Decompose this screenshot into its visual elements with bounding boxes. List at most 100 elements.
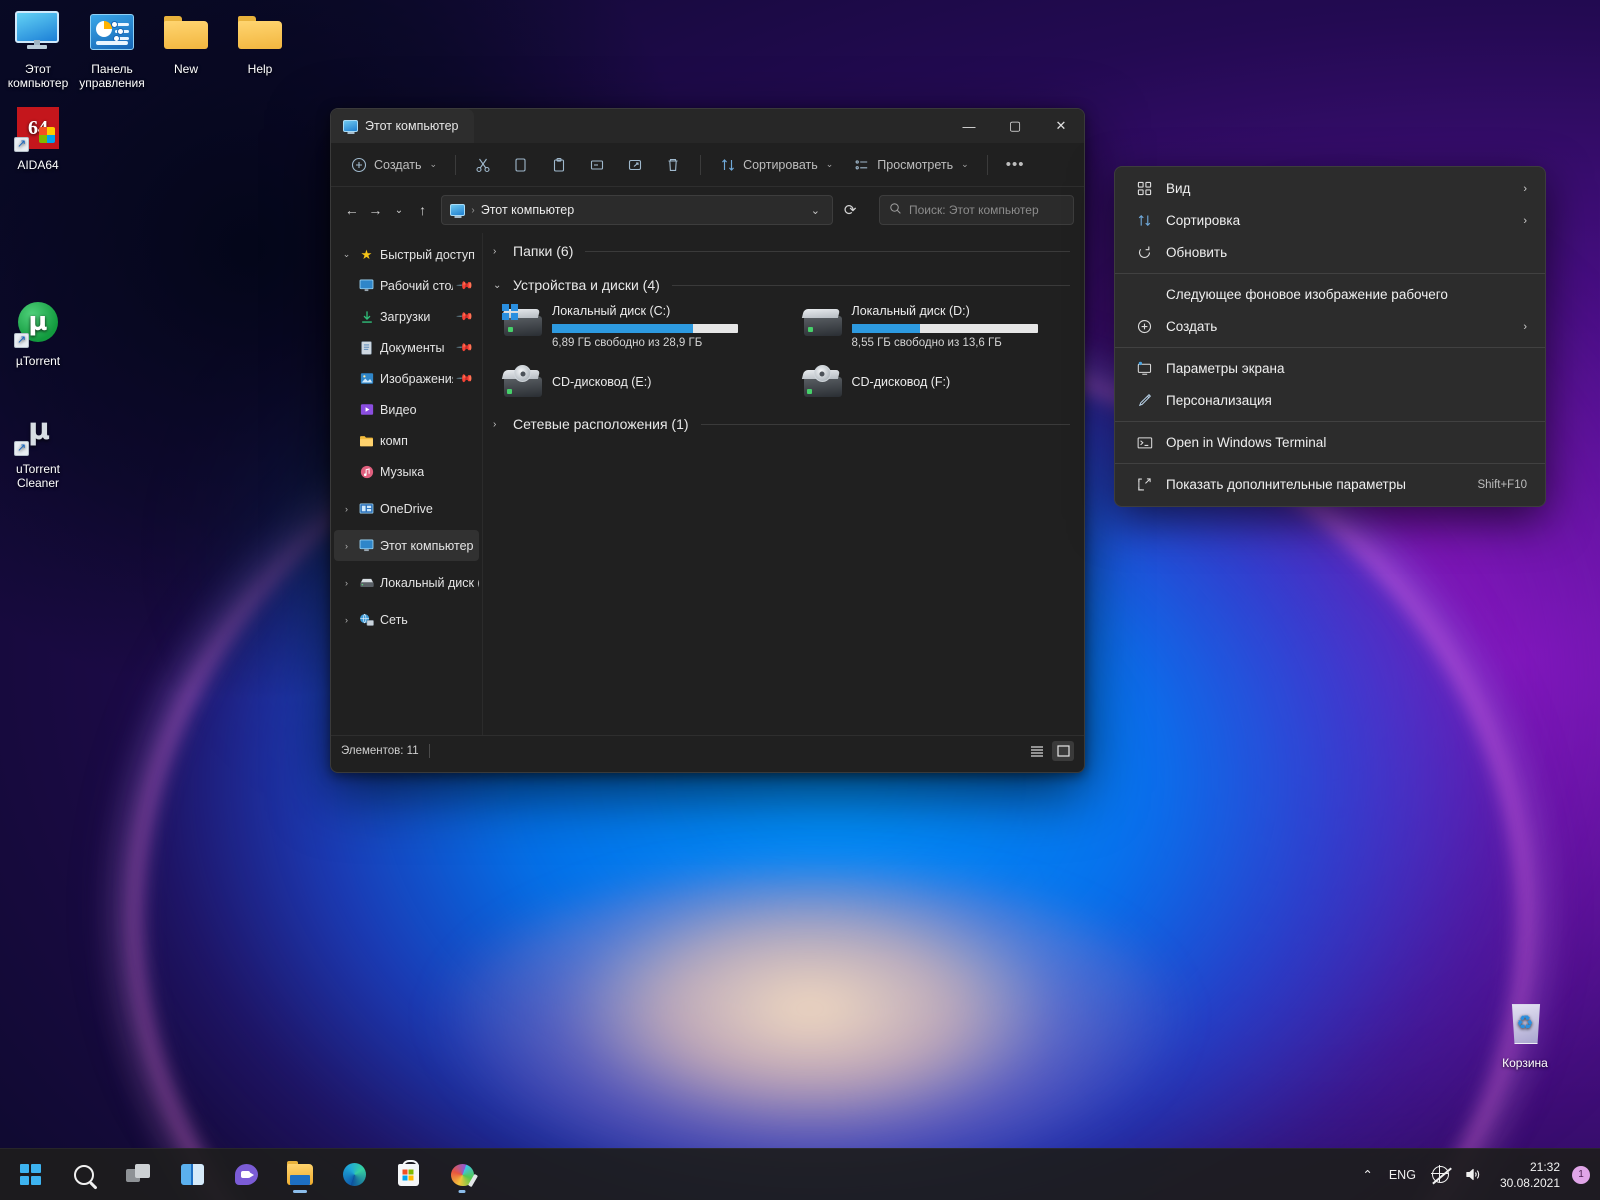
sidebar-item-this-pc[interactable]: › Этот компьютер xyxy=(334,530,479,561)
store-button[interactable] xyxy=(388,1155,428,1195)
chevron-down-icon[interactable]: ⌄ xyxy=(340,249,353,260)
search-button[interactable] xyxy=(64,1155,104,1195)
taskbar[interactable]: ⌃ ENG 21:32 30.08.2021 1 xyxy=(0,1148,1600,1200)
context-item-sort[interactable]: Сортировка › xyxy=(1119,205,1541,236)
network-disconnected-icon[interactable] xyxy=(1424,1155,1457,1195)
cut-button[interactable] xyxy=(465,149,501,181)
chevron-down-icon[interactable]: ⌄ xyxy=(493,280,505,291)
details-view-icon[interactable] xyxy=(1026,741,1048,761)
desktop-icon-this-pc[interactable]: Этот компьютер xyxy=(0,8,76,90)
window-tab[interactable]: Этот компьютер xyxy=(331,109,475,143)
system-tray[interactable]: ⌃ ENG 21:32 30.08.2021 1 xyxy=(1354,1155,1590,1195)
rename-button[interactable] xyxy=(579,149,615,181)
start-button[interactable] xyxy=(10,1155,50,1195)
sidebar-item-local-disk-d[interactable]: › Локальный диск (D xyxy=(334,567,479,598)
desktop-icon-aida64[interactable]: 64 ↗ AIDA64 xyxy=(0,104,76,172)
group-header-folders[interactable]: › Папки (6) xyxy=(493,243,1070,259)
sidebar-item-network[interactable]: › Сеть xyxy=(334,604,479,635)
tray-expand-button[interactable]: ⌃ xyxy=(1354,1155,1380,1195)
window-titlebar[interactable]: Этот компьютер — ▢ ✕ xyxy=(331,109,1084,143)
desktop-icon-new[interactable]: New xyxy=(148,8,224,76)
new-button[interactable]: Создать ⌄ xyxy=(341,149,446,181)
edge-button[interactable] xyxy=(334,1155,374,1195)
drive-item-c[interactable]: Локальный диск (C:) 6,89 ГБ свободно из … xyxy=(499,301,771,352)
refresh-button[interactable]: ⟳ xyxy=(839,196,861,224)
more-options-button[interactable]: ••• xyxy=(997,149,1034,181)
sidebar-item-videos[interactable]: Видео xyxy=(334,394,479,425)
view-mode-buttons[interactable] xyxy=(1026,740,1074,761)
group-header-network-locations[interactable]: › Сетевые расположения (1) xyxy=(493,416,1070,432)
command-bar[interactable]: Создать ⌄ Сортировать ⌄ Просмотреть ⌄ ••… xyxy=(331,143,1084,187)
sidebar-item-komp[interactable]: комп xyxy=(334,425,479,456)
file-explorer-button[interactable] xyxy=(280,1155,320,1195)
forward-button[interactable]: → xyxy=(365,196,387,224)
widgets-button[interactable] xyxy=(172,1155,212,1195)
chevron-right-icon[interactable]: › xyxy=(340,504,353,514)
context-item-display-settings[interactable]: Параметры экрана xyxy=(1119,353,1541,384)
desktop-context-menu[interactable]: Вид › Сортировка › Обновить Следующее фо… xyxy=(1114,166,1546,507)
sort-button[interactable]: Сортировать ⌄ xyxy=(710,149,842,181)
recent-locations-button[interactable]: ⌄ xyxy=(388,196,410,224)
delete-button[interactable] xyxy=(655,149,691,181)
pin-icon[interactable]: 📌 xyxy=(456,369,475,388)
context-item-new[interactable]: Создать › xyxy=(1119,311,1541,342)
share-button[interactable] xyxy=(617,149,653,181)
desktop-icon-help[interactable]: Help xyxy=(222,8,298,76)
volume-icon[interactable] xyxy=(1457,1155,1490,1195)
copy-button[interactable] xyxy=(503,149,539,181)
back-button[interactable]: ← xyxy=(341,196,363,224)
navigation-bar[interactable]: ← → ⌄ ↑ › Этот компьютер ⌄ ⟳ Поиск: Этот… xyxy=(331,187,1084,233)
chevron-right-icon[interactable]: › xyxy=(340,541,353,551)
pin-icon[interactable]: 📌 xyxy=(456,276,475,295)
language-indicator[interactable]: ENG xyxy=(1381,1155,1424,1195)
desktop-icon-utorrent-cleaner[interactable]: µ ↗ uTorrent Cleaner xyxy=(0,408,76,490)
desktop-icon-recycle-bin[interactable]: ♻ Корзина xyxy=(1487,1002,1563,1070)
up-button[interactable]: ↑ xyxy=(412,196,434,224)
file-explorer-window[interactable]: Этот компьютер — ▢ ✕ Создать ⌄ Сортирова… xyxy=(330,108,1085,773)
task-view-button[interactable] xyxy=(118,1155,158,1195)
context-item-show-more-options[interactable]: Показать дополнительные параметры Shift+… xyxy=(1119,469,1541,500)
drive-item-e[interactable]: CD-дисковод (E:) xyxy=(499,362,771,402)
search-input[interactable]: Поиск: Этот компьютер xyxy=(909,203,1039,217)
context-item-windows-terminal[interactable]: Open in Windows Terminal xyxy=(1119,427,1541,458)
chevron-right-icon[interactable]: › xyxy=(340,578,353,588)
context-item-personalization[interactable]: Персонализация xyxy=(1119,385,1541,416)
paint-button[interactable] xyxy=(442,1155,482,1195)
drive-item-f[interactable]: CD-дисковод (F:) xyxy=(799,362,1071,402)
context-item-refresh[interactable]: Обновить xyxy=(1119,237,1541,268)
desktop-icon-utorrent[interactable]: µ ↗ µTorrent xyxy=(0,300,76,368)
clock[interactable]: 21:32 30.08.2021 xyxy=(1490,1155,1570,1195)
window-controls[interactable]: — ▢ ✕ xyxy=(946,109,1084,143)
chevron-right-icon[interactable]: › xyxy=(340,615,353,625)
sidebar-item-quick-access[interactable]: ⌄ ★ Быстрый доступ xyxy=(334,239,479,270)
address-dropdown-button[interactable]: ⌄ xyxy=(804,198,826,222)
view-button[interactable]: Просмотреть ⌄ xyxy=(844,149,977,181)
sidebar-item-onedrive[interactable]: › OneDrive xyxy=(334,493,479,524)
taskbar-apps[interactable] xyxy=(10,1155,482,1195)
pin-icon[interactable]: 📌 xyxy=(456,307,475,326)
tiles-view-icon[interactable] xyxy=(1052,740,1074,761)
sidebar-item-downloads[interactable]: Загрузки 📌 xyxy=(334,301,479,332)
breadcrumb-current[interactable]: Этот компьютер xyxy=(481,203,799,217)
desktop[interactable]: Этот компьютер Панель управления New Hel… xyxy=(0,0,1600,1200)
sidebar-item-documents[interactable]: Документы 📌 xyxy=(334,332,479,363)
context-item-view[interactable]: Вид › xyxy=(1119,173,1541,204)
chevron-right-icon[interactable]: › xyxy=(493,419,505,430)
file-list-pane[interactable]: › Папки (6) ⌄ Устройства и диски (4) Лок… xyxy=(483,233,1084,735)
sidebar-item-pictures[interactable]: Изображения 📌 xyxy=(334,363,479,394)
sidebar-item-music[interactable]: Музыка xyxy=(334,456,479,487)
drive-item-d[interactable]: Локальный диск (D:) 8,55 ГБ свободно из … xyxy=(799,301,1071,352)
search-box[interactable]: Поиск: Этот компьютер xyxy=(878,195,1074,225)
context-item-next-wallpaper[interactable]: Следующее фоновое изображение рабочего xyxy=(1119,279,1541,310)
paste-button[interactable] xyxy=(541,149,577,181)
close-button[interactable]: ✕ xyxy=(1038,109,1084,143)
navigation-pane[interactable]: ⌄ ★ Быстрый доступ Рабочий стол 📌 Загруз… xyxy=(331,233,483,735)
sidebar-item-desktop[interactable]: Рабочий стол 📌 xyxy=(334,270,479,301)
maximize-button[interactable]: ▢ xyxy=(992,109,1038,143)
address-bar[interactable]: › Этот компьютер ⌄ xyxy=(441,195,834,225)
group-header-devices[interactable]: ⌄ Устройства и диски (4) xyxy=(493,277,1070,293)
chevron-right-icon[interactable]: › xyxy=(493,246,505,257)
pin-icon[interactable]: 📌 xyxy=(456,338,475,357)
notification-badge[interactable]: 1 xyxy=(1572,1165,1590,1184)
chat-button[interactable] xyxy=(226,1155,266,1195)
